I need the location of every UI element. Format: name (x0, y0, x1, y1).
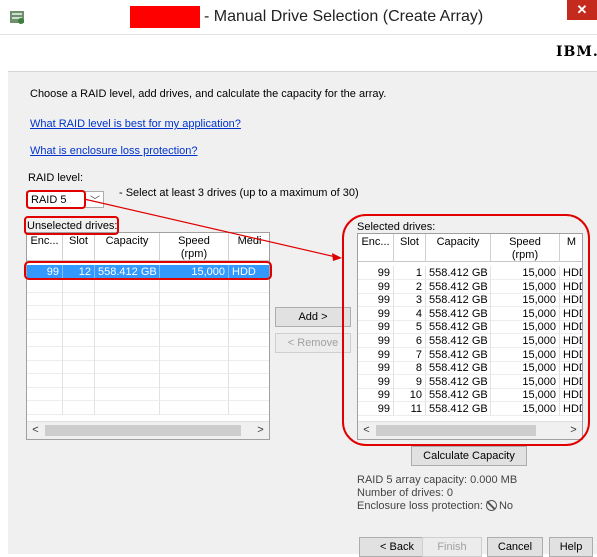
annotation-arrow (83, 198, 342, 261)
